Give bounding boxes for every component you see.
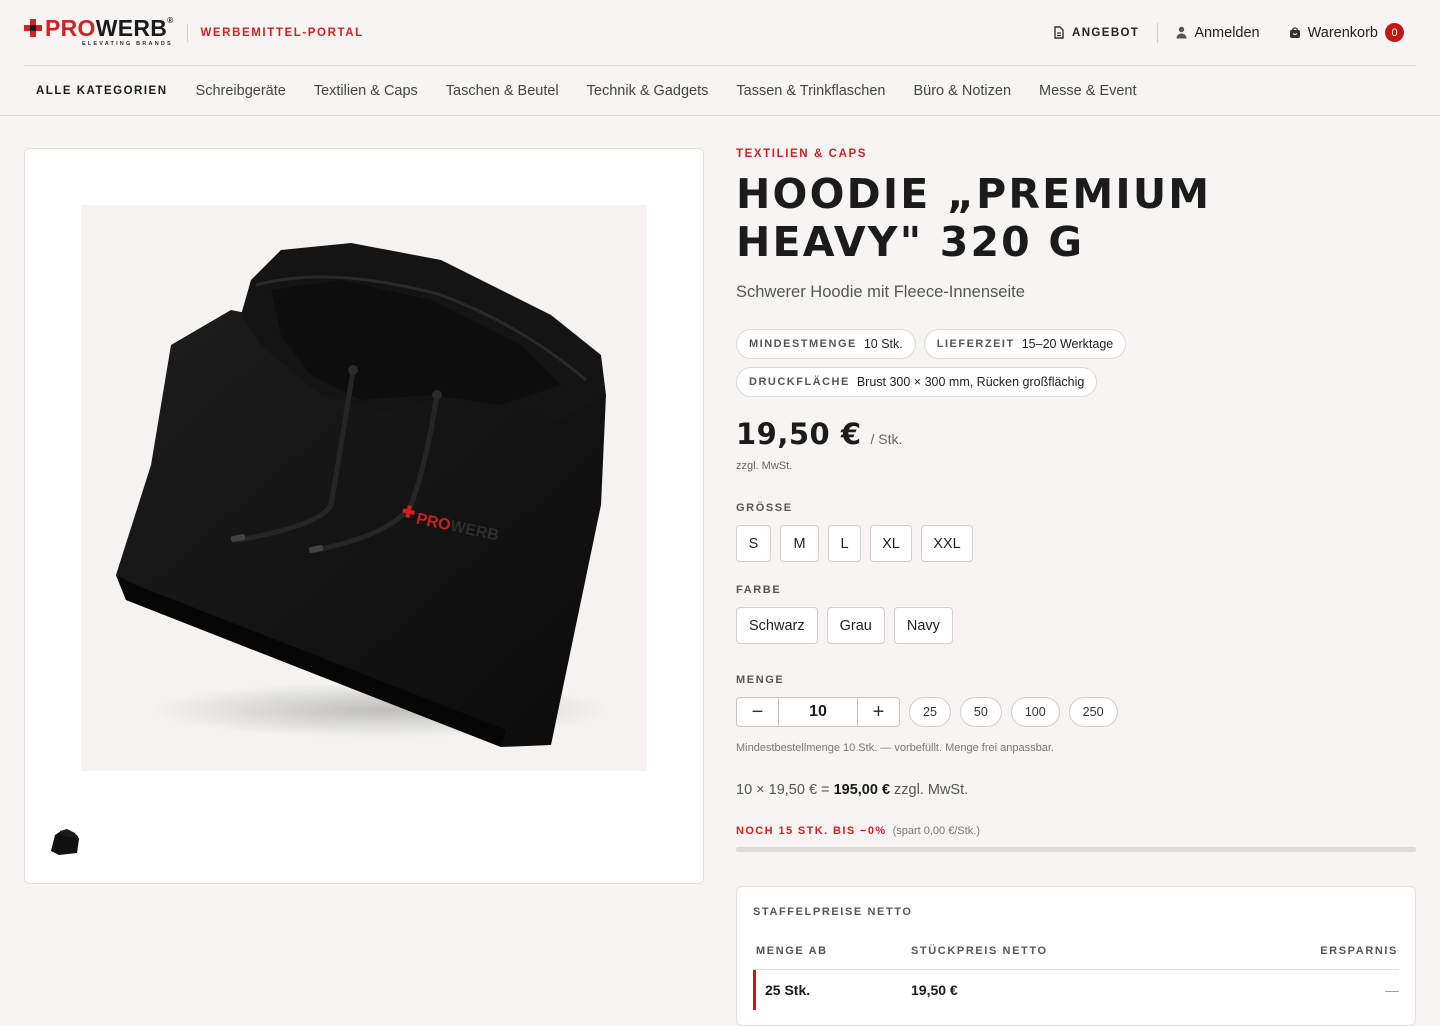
angebot-label: ANGEBOT <box>1072 26 1140 39</box>
product-gallery: PRO WERB <box>24 148 704 884</box>
spec-chip-druckflaeche: DRUCKFLÄCHE Brust 300 × 300 mm, Rücken gr… <box>736 367 1098 397</box>
price-unit: / Stk. <box>870 431 903 447</box>
nav-item-schreibgeraete[interactable]: Schreibgeräte <box>196 83 286 99</box>
product-subtitle: Schwerer Hoodie mit Fleece-Innenseite <box>736 283 1025 301</box>
tier-header-saving: ERSPARNIS <box>1320 945 1398 957</box>
quantity-increase-button[interactable]: + <box>858 698 899 726</box>
size-option-s[interactable]: S <box>736 525 771 562</box>
logo[interactable]: PROWERB® ELEVATING BRANDS <box>24 14 174 47</box>
tier-table-title: STAFFELPREISE NETTO <box>753 906 913 918</box>
product-specs: MINDESTMENGE 10 Stk. LIEFERZEIT 15–20 Werk… <box>736 329 1296 397</box>
quantity-label: MENGE <box>736 674 785 686</box>
quantity-stepper: − 10 + <box>736 697 900 727</box>
document-icon <box>1052 26 1066 40</box>
product-main-image[interactable]: PRO WERB <box>81 205 647 771</box>
tax-note: zzgl. MwSt. <box>736 460 793 472</box>
nav-item-taschen[interactable]: Taschen & Beutel <box>446 83 559 99</box>
nav-item-technik[interactable]: Technik & Gadgets <box>587 83 709 99</box>
price-calculation: 10 × 19,50 € = 195,00 € zzgl. MwSt. <box>736 782 969 798</box>
nav-item-buero[interactable]: Büro & Notizen <box>913 83 1011 99</box>
nav-item-textilien[interactable]: Textilien & Caps <box>314 83 418 99</box>
table-row: 25 Stk. 19,50 € — <box>753 970 1399 1010</box>
size-option-xl[interactable]: XL <box>870 525 912 562</box>
logo-tagline: ELEVATING BRANDS <box>82 40 173 47</box>
color-options: Schwarz Grau Navy <box>736 607 1416 644</box>
login-link[interactable]: Anmelden <box>1174 24 1260 41</box>
calc-total: 195,00 € <box>833 782 891 798</box>
quantity-preset-25[interactable]: 25 <box>909 697 951 727</box>
discount-nudge: NOCH 15 STK. BIS −0% (spart 0,00 €/Stk.) <box>736 825 1416 837</box>
product-title: Hoodie „Premium Heavy" 320 g <box>736 170 1212 266</box>
quantity-preset-50[interactable]: 50 <box>959 697 1002 727</box>
color-option-schwarz[interactable]: Schwarz <box>736 607 818 644</box>
nudge-savings: (spart 0,00 €/Stk.) <box>892 825 981 837</box>
tier-price-table: STAFFELPREISE NETTO MENGE AB STÜCKPREIS … <box>736 886 1416 1026</box>
size-options: S M L XL XXL <box>736 525 1416 562</box>
tier-header-qty: MENGE AB <box>756 945 828 957</box>
tier-header-price: STÜCKPREIS NETTO <box>911 945 1048 957</box>
quantity-preset-100[interactable]: 100 <box>1010 697 1060 727</box>
quantity-row: − 10 + 25 50 100 250 <box>736 697 1416 727</box>
nav-all-categories[interactable]: ALLE KATEGORIEN <box>36 85 168 97</box>
header-separator <box>1157 22 1159 43</box>
quantity-preset-250[interactable]: 250 <box>1068 697 1118 727</box>
cart-icon <box>1288 26 1302 40</box>
gallery-thumbnail[interactable] <box>47 825 83 861</box>
category-nav: ALLE KATEGORIEN Schreibgeräte Textilien … <box>0 66 1440 116</box>
angebot-link[interactable]: ANGEBOT <box>1052 26 1139 40</box>
tier-qty: 25 Stk. <box>765 982 811 998</box>
color-option-navy[interactable]: Navy <box>893 607 953 644</box>
size-label: GRÖSSE <box>736 502 793 514</box>
tier-saving: — <box>1385 982 1399 998</box>
tier-price: 19,50 € <box>911 982 958 998</box>
cart-count-badge: 0 <box>1385 23 1404 42</box>
logo-cross-icon <box>24 19 42 37</box>
login-label: Anmelden <box>1194 24 1260 41</box>
nav-item-tassen[interactable]: Tassen & Trinkflaschen <box>736 83 885 99</box>
quantity-input[interactable]: 10 <box>778 698 858 726</box>
discount-progress-bar <box>736 847 1416 852</box>
quantity-hint: Mindestbestellmenge 10 Stk. — vorbefüllt… <box>736 742 1054 754</box>
header-divider <box>187 23 189 42</box>
product-category[interactable]: TEXTILIEN & CAPS <box>736 148 1416 160</box>
nudge-text: NOCH 15 STK. BIS −0% <box>736 825 887 837</box>
size-option-m[interactable]: M <box>780 525 819 562</box>
size-option-xxl[interactable]: XXL <box>921 525 973 562</box>
product-price: 19,50 € <box>736 417 862 451</box>
logo-wordmark: PROWERB® <box>45 14 174 41</box>
product-info: TEXTILIEN & CAPS Hoodie „Premium Heavy" … <box>736 148 1416 852</box>
cart-link[interactable]: Warenkorb 0 <box>1288 23 1404 42</box>
user-icon <box>1174 26 1188 40</box>
color-option-grau[interactable]: Grau <box>826 607 885 644</box>
spec-chip-lieferzeit: LIEFERZEIT 15–20 Werktage <box>923 329 1127 359</box>
nav-item-messe[interactable]: Messe & Event <box>1039 83 1137 99</box>
site-header: PROWERB® ELEVATING BRANDS WERBEMITTEL-PO… <box>24 0 1416 66</box>
portal-label: WERBEMITTEL-PORTAL <box>200 26 364 39</box>
spec-chip-mindestmenge: MINDESTMENGE 10 Stk. <box>736 329 916 359</box>
color-label: FARBE <box>736 584 782 596</box>
quantity-decrease-button[interactable]: − <box>737 698 778 726</box>
cart-label: Warenkorb <box>1307 24 1378 41</box>
size-option-l[interactable]: L <box>828 525 861 562</box>
